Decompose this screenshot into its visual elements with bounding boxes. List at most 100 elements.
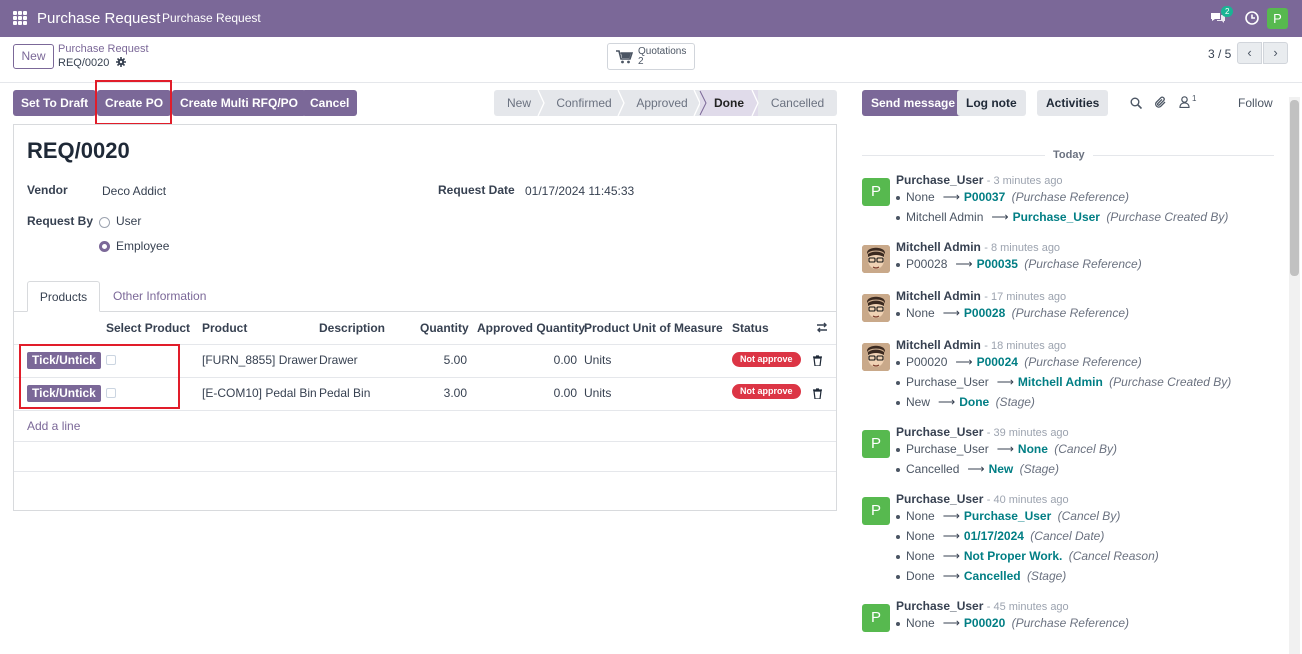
- pager-previous-icon[interactable]: ‹: [1237, 42, 1262, 64]
- message-author-line: Purchase_User - 45 minutes ago: [896, 599, 1069, 613]
- cell-approved-quantity[interactable]: 0.00: [477, 386, 577, 400]
- follow-button[interactable]: Follow: [1238, 96, 1273, 110]
- cell-uom[interactable]: Units: [584, 386, 611, 400]
- message-avatar[interactable]: [862, 343, 890, 371]
- radio-user[interactable]: [99, 217, 110, 228]
- send-message-button[interactable]: Send message: [862, 90, 965, 116]
- message-avatar[interactable]: P: [862, 604, 890, 632]
- bullet-dot: [896, 448, 900, 452]
- arrow-right-icon: ⟶: [942, 306, 960, 320]
- quotations-smart-button[interactable]: Quotations 2: [607, 43, 695, 70]
- tab-products[interactable]: Products: [27, 281, 100, 312]
- quotations-count: 2: [638, 56, 644, 67]
- new-value: Cancelled: [963, 569, 1021, 583]
- vendor-field[interactable]: Deco Addict: [102, 184, 166, 198]
- message-avatar[interactable]: P: [862, 430, 890, 458]
- old-value: Purchase_User: [906, 375, 989, 389]
- column-approved-quantity[interactable]: Approved Quantity: [477, 321, 585, 335]
- set-to-draft-button[interactable]: Set To Draft: [13, 90, 97, 116]
- new-value: Not Proper Work.: [963, 549, 1063, 563]
- app-title[interactable]: Purchase Request: [37, 10, 160, 27]
- field-name: (Purchase Reference): [1011, 306, 1129, 320]
- stage-arrows: [537, 90, 759, 116]
- message-author[interactable]: Mitchell Admin: [896, 240, 981, 254]
- create-multi-rfq-button[interactable]: Create Multi RFQ/PO: [172, 90, 307, 116]
- gear-icon[interactable]: [116, 57, 127, 70]
- old-value: None: [906, 509, 935, 523]
- message-avatar[interactable]: P: [862, 497, 890, 525]
- message-avatar[interactable]: [862, 294, 890, 322]
- trash-icon[interactable]: [813, 355, 822, 369]
- column-select-product[interactable]: Select Product: [106, 321, 190, 335]
- menu-purchase-request[interactable]: Purchase Request: [152, 0, 271, 37]
- tracking-value: New ⟶ Done (Stage): [896, 395, 1035, 409]
- new-value: Purchase_User: [1012, 210, 1100, 224]
- message-author[interactable]: Mitchell Admin: [896, 338, 981, 352]
- activities-button[interactable]: Activities: [1037, 90, 1109, 116]
- new-value: Purchase_User: [963, 509, 1052, 523]
- new-value: Mitchell Admin: [1017, 375, 1103, 389]
- user-avatar[interactable]: P: [1267, 8, 1288, 29]
- search-icon[interactable]: [1130, 97, 1143, 112]
- cell-product[interactable]: [E-COM10] Pedal Bin: [202, 386, 317, 400]
- tracking-value: Purchase_User ⟶ None (Cancel By): [896, 442, 1117, 456]
- paperclip-icon[interactable]: [1154, 96, 1167, 112]
- arrow-right-icon: ⟶: [942, 190, 960, 204]
- column-quantity[interactable]: Quantity: [420, 321, 469, 335]
- chatter-panel: Send message Log note Activities 1 Follo…: [848, 83, 1288, 654]
- cancel-button[interactable]: Cancel: [302, 90, 358, 116]
- pager-value: 3 / 5: [1208, 47, 1232, 61]
- arrow-right-icon: ⟶: [942, 509, 960, 523]
- cell-approved-quantity[interactable]: 0.00: [477, 353, 577, 367]
- followers-icon[interactable]: [1179, 96, 1190, 111]
- message-author[interactable]: Purchase_User: [896, 599, 983, 613]
- bullet-dot: [896, 575, 900, 579]
- message-avatar[interactable]: P: [862, 178, 890, 206]
- bullet-dot: [896, 535, 900, 539]
- cell-description[interactable]: Drawer: [319, 353, 358, 367]
- message-author[interactable]: Mitchell Admin: [896, 289, 981, 303]
- message-time: - 45 minutes ago: [986, 601, 1069, 613]
- pager-next-icon[interactable]: ›: [1263, 42, 1288, 64]
- bullet-dot: [896, 381, 900, 385]
- message-author[interactable]: Purchase_User: [896, 173, 983, 187]
- form-sheet: REQ/0020 Vendor Deco Addict Request Date…: [13, 124, 837, 511]
- optional-columns-icon[interactable]: [816, 322, 828, 336]
- column-product[interactable]: Product: [202, 321, 247, 335]
- control-panel: New Purchase Request REQ/0020 Quotations…: [0, 37, 1302, 83]
- cell-quantity[interactable]: 5.00: [414, 353, 467, 367]
- add-a-line-link[interactable]: Add a line: [27, 419, 80, 433]
- field-name: (Cancel By): [1057, 509, 1121, 523]
- column-description[interactable]: Description: [319, 321, 385, 335]
- message-author[interactable]: Purchase_User: [896, 492, 983, 506]
- field-name: (Stage): [1026, 569, 1067, 583]
- cell-uom[interactable]: Units: [584, 353, 611, 367]
- scrollbar[interactable]: [1289, 97, 1300, 654]
- app-grid-icon[interactable]: [13, 11, 27, 25]
- arrow-right-icon: ⟶: [942, 569, 960, 583]
- tab-other-information[interactable]: Other Information: [113, 281, 206, 312]
- radio-employee[interactable]: [99, 241, 110, 252]
- request-date-field[interactable]: 01/17/2024 11:45:33: [525, 184, 634, 198]
- field-name: (Purchase Reference): [1011, 616, 1129, 630]
- old-value: P00020: [906, 355, 948, 369]
- new-button[interactable]: New: [13, 44, 54, 69]
- tracking-value: Mitchell Admin ⟶ Purchase_User (Purchase C…: [896, 210, 1229, 224]
- log-note-button[interactable]: Log note: [957, 90, 1026, 116]
- trash-icon[interactable]: [813, 388, 822, 402]
- breadcrumb-current-label: REQ/0020: [58, 57, 110, 69]
- clock-icon[interactable]: [1242, 7, 1262, 29]
- quotations-label: Quotations: [638, 46, 687, 57]
- cell-product[interactable]: [FURN_8855] Drawer: [202, 353, 317, 367]
- cell-quantity[interactable]: 3.00: [414, 386, 467, 400]
- column-uom[interactable]: Product Unit of Measure: [584, 321, 723, 335]
- old-value: Done: [906, 569, 935, 583]
- column-status[interactable]: Status: [732, 321, 769, 335]
- field-name: (Purchase Created By): [1106, 210, 1229, 224]
- scrollbar-thumb[interactable]: [1290, 100, 1299, 276]
- breadcrumb-parent[interactable]: Purchase Request: [58, 43, 149, 55]
- tracking-value: None ⟶ Purchase_User (Cancel By): [896, 509, 1121, 523]
- message-avatar[interactable]: [862, 245, 890, 273]
- cell-description[interactable]: Pedal Bin: [319, 386, 370, 400]
- message-author[interactable]: Purchase_User: [896, 425, 983, 439]
